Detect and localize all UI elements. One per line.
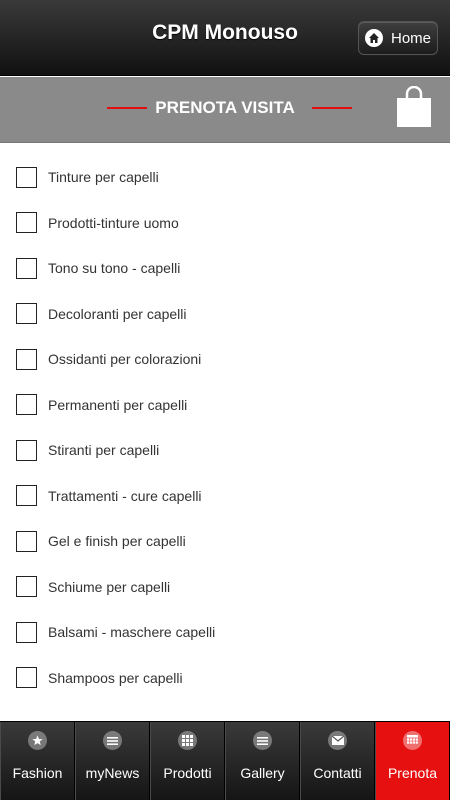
banner-divider-right: [312, 107, 352, 109]
list-item-label: Shampoos per capelli: [48, 669, 183, 686]
checkbox[interactable]: [16, 621, 37, 643]
checkbox[interactable]: [16, 439, 37, 461]
list-item[interactable]: Permanenti per capelli: [0, 385, 450, 425]
home-button-label: Home: [390, 29, 431, 47]
tab-label: Prenota: [387, 765, 438, 781]
checkbox[interactable]: [16, 166, 37, 188]
tab-label: myNews: [85, 765, 140, 781]
home-button[interactable]: Home: [358, 21, 438, 55]
list-item-label: Stiranti per capelli: [48, 442, 160, 458]
tab-mynews[interactable]: myNews: [75, 722, 150, 800]
bottom-tab-bar: Fashion myNews Prodotti Gallery Contatti Pren…: [0, 721, 450, 800]
tab-prenota[interactable]: Prenota: [375, 722, 450, 800]
checkbox[interactable]: [16, 530, 37, 552]
list-icon: [103, 731, 122, 750]
list-item[interactable]: Balsami - maschere capelli: [0, 612, 450, 652]
mail-icon: [328, 731, 347, 750]
list-item-label: Tinture per capelli: [48, 169, 159, 185]
list-item-label: Ossidanti per colorazioni: [48, 351, 202, 367]
tab-fashion[interactable]: Fashion: [0, 722, 75, 800]
checkbox[interactable]: [16, 485, 37, 506]
tab-label: Fashion: [12, 765, 63, 781]
list-item[interactable]: Trattamenti - cure capelli: [0, 476, 450, 516]
list-item-label: Gel e finish per capelli: [48, 533, 186, 549]
checkbox[interactable]: [16, 348, 37, 370]
list-item[interactable]: Gel e finish per capelli: [0, 521, 450, 561]
checkbox[interactable]: [16, 257, 37, 279]
list-item-label: Schiume per capelli: [48, 578, 171, 595]
tab-gallery[interactable]: Gallery: [225, 722, 300, 800]
tab-label: Prodotti: [163, 765, 212, 781]
list-item[interactable]: Decoloranti per capelli: [0, 294, 450, 334]
app-header: CPM Monouso Home: [0, 0, 450, 76]
list-item-label: Trattamenti - cure capelli: [48, 487, 202, 504]
list-item-label: Decoloranti per capelli: [48, 305, 187, 322]
list-item[interactable]: Tono su tono - capelli: [0, 248, 450, 288]
list-item[interactable]: Schiume per capelli: [0, 567, 450, 607]
list-item[interactable]: Prodotti-tinture uomo: [0, 203, 450, 243]
list-item-label: Permanenti per capelli: [48, 396, 188, 413]
checkbox[interactable]: [16, 576, 37, 597]
shopping-bag-icon[interactable]: [396, 85, 432, 128]
checkbox[interactable]: [16, 303, 37, 324]
star-icon: [28, 731, 47, 750]
checkbox[interactable]: [16, 212, 37, 233]
checkbox[interactable]: [16, 394, 37, 415]
section-banner: PRENOTA VISITA: [0, 77, 450, 143]
list-item-label: Prodotti-tinture uomo: [48, 214, 179, 231]
tab-label: Gallery: [240, 765, 285, 781]
list-item[interactable]: Ossidanti per colorazioni: [0, 339, 450, 379]
home-icon: [364, 29, 383, 47]
list-item[interactable]: Shampoos per capelli: [0, 658, 450, 698]
list-item[interactable]: Tinture per capelli: [0, 157, 450, 197]
tab-contatti[interactable]: Contatti: [300, 722, 375, 800]
list-icon: [253, 731, 272, 750]
list-item-label: Balsami - maschere capelli: [48, 624, 216, 640]
calendar-icon: [403, 731, 422, 750]
banner-title: PRENOTA VISITA: [155, 98, 295, 117]
checkbox[interactable]: [16, 667, 37, 688]
grid-icon: [178, 731, 197, 750]
tab-prodotti[interactable]: Prodotti: [150, 722, 225, 800]
tab-label: Contatti: [313, 765, 362, 781]
list-item[interactable]: Stiranti per capelli: [0, 430, 450, 470]
list-item-label: Tono su tono - capelli: [48, 260, 181, 276]
